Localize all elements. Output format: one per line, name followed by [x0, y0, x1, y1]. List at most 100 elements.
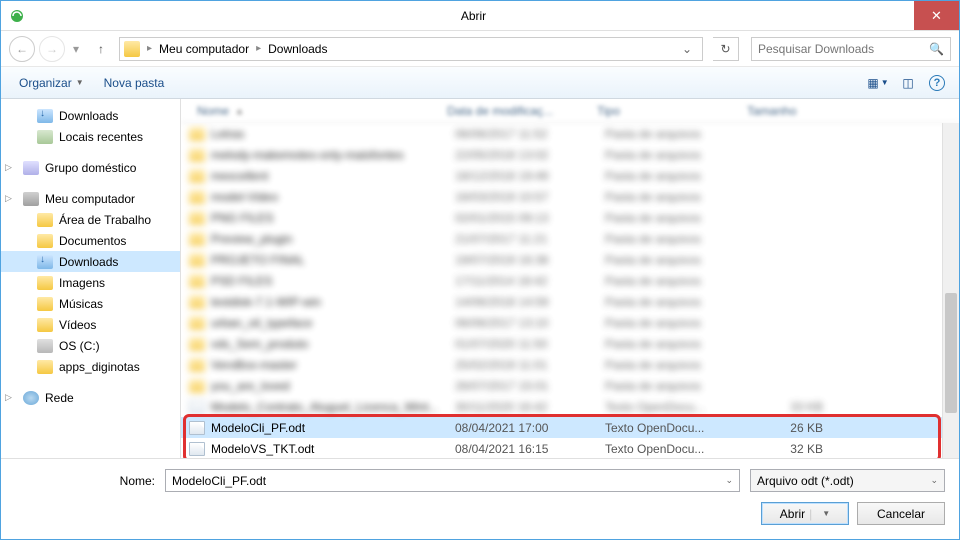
chevron-down-icon[interactable]: ⌄ — [725, 475, 733, 486]
folder-icon — [37, 297, 53, 311]
folder-icon — [37, 213, 53, 227]
file-row[interactable]: melody-makemotes-only-maisfontes22/05/20… — [181, 144, 959, 165]
file-row[interactable]: you_are_loved26/07/2017 15:01Pasta de ar… — [181, 375, 959, 396]
crumb-downloads[interactable]: Downloads — [266, 42, 329, 56]
tree-item[interactable]: Downloads — [1, 251, 180, 272]
filename-input[interactable] — [172, 474, 725, 488]
file-row[interactable]: VeroBox-master25/02/2019 11:01Pasta de a… — [181, 354, 959, 375]
tree-item[interactable]: Músicas — [1, 293, 180, 314]
file-row[interactable]: testdisk-7.1-WIP-win14/06/2018 14:59Past… — [181, 291, 959, 312]
search-box[interactable]: 🔍 — [751, 37, 951, 61]
folder-icon — [189, 190, 205, 204]
file-row[interactable]: PNG FILES02/01/2015 09:13Pasta de arquiv… — [181, 207, 959, 228]
scrollbar[interactable] — [942, 123, 959, 458]
tree-label: Downloads — [59, 109, 118, 123]
tree-item[interactable]: Locais recentes — [1, 126, 180, 147]
recent-icon — [37, 130, 53, 144]
tree-item[interactable]: OS (C:) — [1, 335, 180, 356]
folder-icon — [189, 211, 205, 225]
filename-field[interactable]: ⌄ — [165, 469, 740, 492]
bottom-panel: Nome: ⌄ Arquivo odt (*.odt) ⌄ Abrir|▼ Ca… — [1, 458, 959, 539]
app-icon — [9, 8, 25, 24]
back-button[interactable]: ← — [9, 36, 35, 62]
organize-button[interactable]: Organizar▼ — [11, 73, 92, 93]
help-button[interactable]: ? — [929, 75, 945, 91]
file-row[interactable]: mexcellent18/12/2018 19:49Pasta de arqui… — [181, 165, 959, 186]
cancel-button[interactable]: Cancelar — [857, 502, 945, 525]
file-type: Pasta de arquivos — [605, 358, 755, 372]
tree-item[interactable]: Vídeos — [1, 314, 180, 335]
file-date: 14/06/2018 14:59 — [455, 295, 605, 309]
file-name: PROJETO FINAL — [211, 253, 455, 267]
tree-item[interactable]: ▷ Rede — [1, 387, 180, 408]
scrollbar-thumb[interactable] — [945, 293, 957, 413]
preview-pane-button[interactable]: ◫ — [895, 72, 921, 94]
view-options-button[interactable]: ▦▼ — [865, 72, 891, 94]
file-name: ModeloCli_PF.odt — [211, 421, 455, 435]
file-name: Letras — [211, 127, 455, 141]
file-date: 02/01/2015 09:13 — [455, 211, 605, 225]
file-name: testdisk-7.1-WIP-win — [211, 295, 455, 309]
file-row[interactable]: PROJETO FINAL19/07/2019 16:38Pasta de ar… — [181, 249, 959, 270]
tree-item[interactable]: ▷Meu computador — [1, 188, 180, 209]
open-dialog: Abrir ✕ ← → ▾ ↑ ▸ Meu computador ▸ Downl… — [0, 0, 960, 540]
history-dropdown[interactable]: ▾ — [69, 42, 83, 56]
tree-item[interactable]: Downloads — [1, 105, 180, 126]
tree-item[interactable]: ▷Grupo doméstico — [1, 157, 180, 178]
file-name: mexcellent — [211, 169, 455, 183]
folder-icon — [189, 295, 205, 309]
file-row[interactable]: ModeloCli_PF.odt08/04/2021 17:00Texto Op… — [181, 417, 959, 438]
file-name: ModeloVS_TKT.odt — [211, 442, 455, 456]
tree-item[interactable]: Imagens — [1, 272, 180, 293]
document-icon — [189, 442, 205, 456]
breadcrumb[interactable]: ▸ Meu computador ▸ Downloads ⌄ — [119, 37, 703, 61]
folder-icon — [37, 276, 53, 290]
forward-button[interactable]: → — [39, 36, 65, 62]
tree-item[interactable]: apps_diginotas — [1, 356, 180, 377]
file-date: 16/03/2019 10:57 — [455, 190, 605, 204]
file-row[interactable]: Letras06/06/2017 11:52Pasta de arquivos — [181, 123, 959, 144]
file-row[interactable]: ModeloVS_TKT.odt08/04/2021 16:15Texto Op… — [181, 438, 959, 458]
folder-icon — [189, 274, 205, 288]
toolbar: Organizar▼ Nova pasta ▦▼ ◫ ? — [1, 67, 959, 99]
refresh-button[interactable]: ↻ — [713, 37, 739, 61]
filetype-filter[interactable]: Arquivo odt (*.odt) ⌄ — [750, 469, 945, 492]
chevron-down-icon[interactable]: ⌄ — [676, 42, 698, 56]
expand-icon[interactable]: ▷ — [5, 193, 15, 204]
folder-icon — [189, 232, 205, 246]
file-name: model-Video — [211, 190, 455, 204]
file-name: vds_Sem_produto — [211, 337, 455, 351]
search-input[interactable] — [758, 42, 929, 56]
column-headers[interactable]: Nome▲ Data de modificaç... Tipo Tamanho — [181, 99, 959, 123]
file-type: Pasta de arquivos — [605, 190, 755, 204]
sidebar: Downloads Locais recentes ▷Grupo doméstico… — [1, 99, 181, 458]
tree-label: Rede — [45, 391, 74, 405]
file-row[interactable]: PSD FILES17/11/2014 18:42Pasta de arquiv… — [181, 270, 959, 291]
tree-item[interactable]: Documentos — [1, 230, 180, 251]
expand-icon[interactable]: ▷ — [5, 392, 15, 403]
file-type: Texto OpenDocu... — [605, 442, 755, 456]
file-name: VeroBox-master — [211, 358, 455, 372]
file-row[interactable]: urban_oil_typeface06/06/2017 13:10Pasta … — [181, 312, 959, 333]
crumb-computer[interactable]: Meu computador — [157, 42, 251, 56]
file-row[interactable]: Modelo_Contrato_Aluguel_Licenca_Wint...3… — [181, 396, 959, 417]
file-list[interactable]: Letras06/06/2017 11:52Pasta de arquivosm… — [181, 123, 959, 458]
folder-icon — [37, 234, 53, 248]
file-type: Texto OpenDocu... — [605, 421, 755, 435]
file-row[interactable]: model-Video16/03/2019 10:57Pasta de arqu… — [181, 186, 959, 207]
up-button[interactable]: ↑ — [91, 39, 111, 59]
file-date: 06/06/2017 11:52 — [455, 127, 605, 141]
file-date: 22/05/2018 13:02 — [455, 148, 605, 162]
tree-item[interactable]: Área de Trabalho — [1, 209, 180, 230]
file-row[interactable]: vds_Sem_produto01/07/2020 11:50Pasta de … — [181, 333, 959, 354]
document-icon — [189, 400, 205, 414]
open-button[interactable]: Abrir|▼ — [761, 502, 849, 525]
new-folder-button[interactable]: Nova pasta — [96, 73, 173, 93]
file-type: Pasta de arquivos — [605, 211, 755, 225]
file-row[interactable]: Preview_plugin21/07/2017 11:21Pasta de a… — [181, 228, 959, 249]
tree-label: Downloads — [59, 255, 118, 269]
close-button[interactable]: ✕ — [914, 1, 959, 30]
file-type: Texto OpenDocu... — [605, 400, 755, 414]
tree-label: Área de Trabalho — [59, 213, 151, 227]
expand-icon[interactable]: ▷ — [5, 162, 15, 173]
